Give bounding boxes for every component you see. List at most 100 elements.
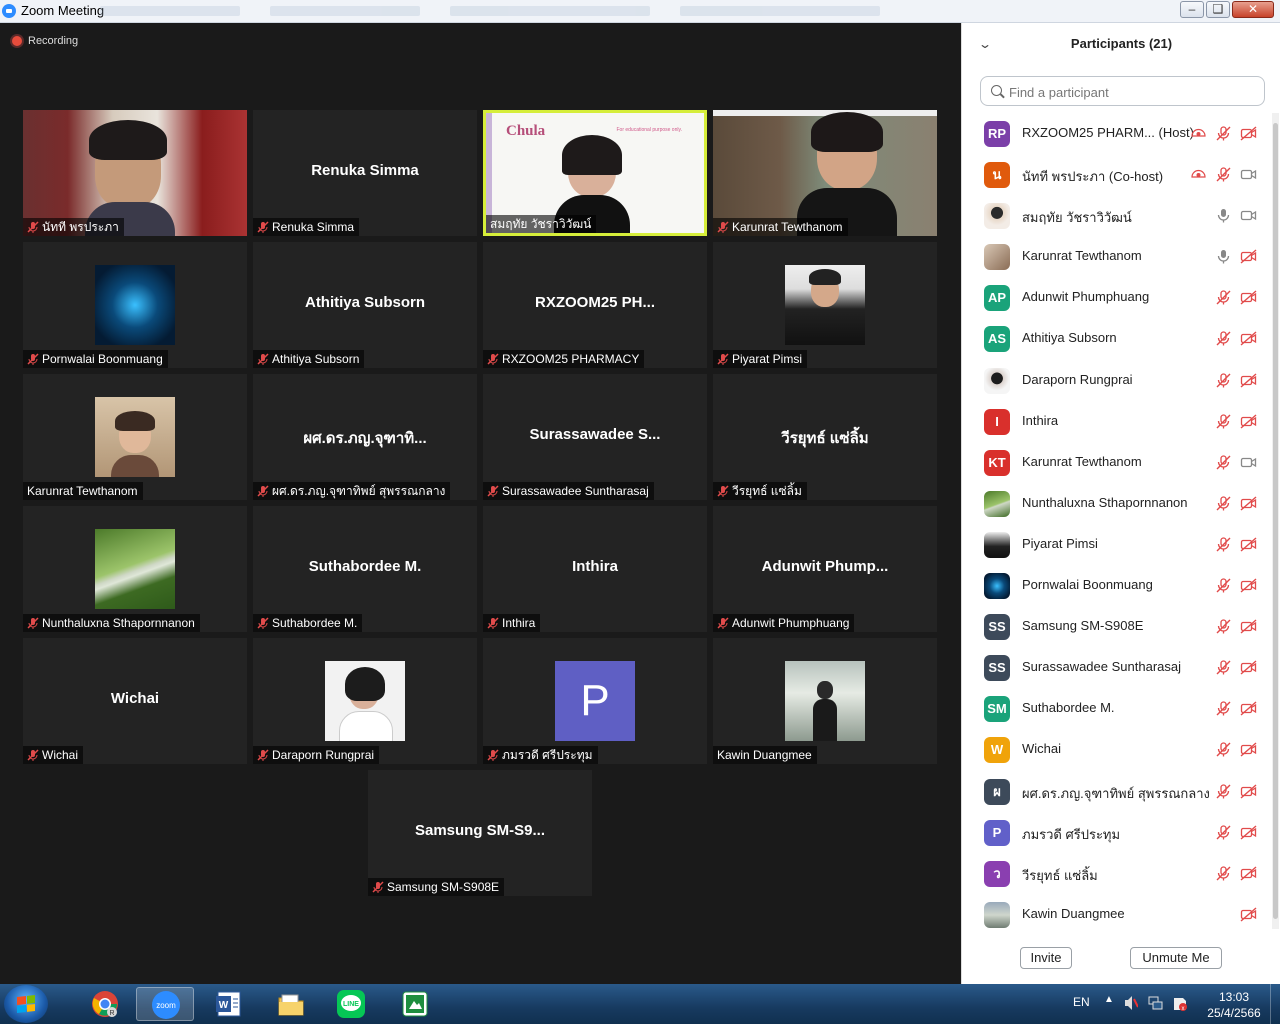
- participant-row[interactable]: Karunrat Tewthanom: [962, 236, 1267, 277]
- mic-muted-icon[interactable]: [1215, 700, 1232, 722]
- participant-tile[interactable]: Karunrat Tewthanom: [23, 374, 247, 500]
- search-input[interactable]: [1007, 81, 1261, 103]
- taskbar-explorer[interactable]: [262, 987, 320, 1021]
- participant-row[interactable]: น นัทที พรประภา (Co-host): [962, 154, 1267, 195]
- participant-list-scrollbar[interactable]: [1272, 113, 1279, 929]
- active-speaker-tile[interactable]: Chula For educational purpose only. สมฤทัย…: [483, 110, 707, 236]
- mic-icon[interactable]: [1215, 207, 1232, 229]
- mic-muted-icon[interactable]: [1215, 741, 1232, 763]
- language-indicator[interactable]: EN: [1073, 995, 1090, 1009]
- taskbar-line[interactable]: LINE: [322, 987, 380, 1021]
- participant-row[interactable]: RP RXZOOM25 PHARM... (Host): [962, 113, 1267, 154]
- mic-muted-icon[interactable]: [1215, 166, 1232, 188]
- show-hidden-icons-icon[interactable]: ▲: [1104, 994, 1114, 1005]
- scrollbar-thumb[interactable]: [1273, 123, 1278, 919]
- participant-tile[interactable]: Adunwit Phump... Adunwit Phumphuang: [713, 506, 937, 632]
- participant-row[interactable]: SS Surassawadee Suntharasaj: [962, 647, 1267, 688]
- participant-tile[interactable]: Athitiya Subsorn Athitiya Subsorn: [253, 242, 477, 368]
- participant-tile[interactable]: วีรยุทธ์ แซ่ลิ้ม วีรยุทธ์ แซ่ลิ้ม: [713, 374, 937, 500]
- participant-row[interactable]: P ภมรวดี ศรีประทุม: [962, 812, 1267, 853]
- participant-row[interactable]: AP Adunwit Phumphuang: [962, 277, 1267, 318]
- taskbar-word[interactable]: W: [200, 987, 258, 1021]
- participant-row[interactable]: Pornwalai Boonmuang: [962, 565, 1267, 606]
- participant-tile[interactable]: Karunrat Tewthanom: [713, 110, 937, 236]
- mic-muted-icon[interactable]: [1215, 783, 1232, 805]
- video-off-icon[interactable]: [1240, 330, 1257, 352]
- video-off-icon[interactable]: [1240, 536, 1257, 558]
- mic-muted-icon[interactable]: [1215, 536, 1232, 558]
- participant-row[interactable]: Nunthaluxna Sthapornnanon: [962, 483, 1267, 524]
- mic-muted-icon[interactable]: [1215, 372, 1232, 394]
- unmute-me-button[interactable]: Unmute Me: [1130, 947, 1222, 969]
- mic-muted-icon[interactable]: [1215, 577, 1232, 599]
- participant-tile[interactable]: นัทที พรประภา: [23, 110, 247, 236]
- mic-muted-icon[interactable]: [1215, 330, 1232, 352]
- participant-tile[interactable]: ผศ.ดร.ภญ.จุฑาทิ... ผศ.ดร.ภญ.จุฑาทิพย์ สุพ…: [253, 374, 477, 500]
- network-icon[interactable]: [1148, 996, 1164, 1010]
- participant-tile[interactable]: Inthira Inthira: [483, 506, 707, 632]
- video-on-icon[interactable]: [1240, 207, 1257, 229]
- participant-row[interactable]: SS Samsung SM-S908E: [962, 606, 1267, 647]
- participant-row[interactable]: SM Suthabordee M.: [962, 688, 1267, 729]
- video-off-icon[interactable]: [1240, 125, 1257, 147]
- video-off-icon[interactable]: [1240, 248, 1257, 270]
- participant-row[interactable]: AS Athitiya Subsorn: [962, 318, 1267, 359]
- action-center-icon[interactable]: x: [1172, 996, 1188, 1012]
- mic-muted-icon[interactable]: [1215, 413, 1232, 435]
- video-off-icon[interactable]: [1240, 700, 1257, 722]
- taskbar-chrome[interactable]: R: [76, 987, 134, 1021]
- video-off-icon[interactable]: [1240, 824, 1257, 846]
- volume-icon[interactable]: [1124, 995, 1138, 1011]
- video-off-icon[interactable]: [1240, 372, 1257, 394]
- mic-muted-icon[interactable]: [1215, 618, 1232, 640]
- video-off-icon[interactable]: [1240, 865, 1257, 887]
- minimize-button[interactable]: –: [1180, 1, 1204, 18]
- participant-tile[interactable]: Pornwalai Boonmuang: [23, 242, 247, 368]
- participant-tile[interactable]: Renuka Simma Renuka Simma: [253, 110, 477, 236]
- taskbar-sheets[interactable]: [386, 987, 444, 1021]
- show-desktop-button[interactable]: [1270, 984, 1280, 1024]
- taskbar-zoom[interactable]: zoom: [136, 987, 194, 1021]
- participant-tile[interactable]: Piyarat Pimsi: [713, 242, 937, 368]
- video-off-icon[interactable]: [1240, 741, 1257, 763]
- video-on-icon[interactable]: [1240, 454, 1257, 476]
- video-off-icon[interactable]: [1240, 783, 1257, 805]
- participant-tile[interactable]: RXZOOM25 PH... RXZOOM25 PHARMACY: [483, 242, 707, 368]
- participant-tile[interactable]: Kawin Duangmee: [713, 638, 937, 764]
- video-on-icon[interactable]: [1240, 166, 1257, 188]
- participant-row[interactable]: W Wichai: [962, 729, 1267, 770]
- participant-search[interactable]: [980, 76, 1265, 106]
- mic-muted-icon[interactable]: [1215, 289, 1232, 311]
- video-off-icon[interactable]: [1240, 413, 1257, 435]
- mic-muted-icon[interactable]: [1215, 125, 1232, 147]
- video-off-icon[interactable]: [1240, 577, 1257, 599]
- participant-row[interactable]: Daraporn Rungprai: [962, 360, 1267, 401]
- maximize-button[interactable]: ❑: [1206, 1, 1230, 18]
- video-off-icon[interactable]: [1240, 289, 1257, 311]
- participant-tile[interactable]: Samsung SM-S9... Samsung SM-S908E: [368, 770, 592, 896]
- participant-tile[interactable]: Wichai Wichai: [23, 638, 247, 764]
- taskbar-clock[interactable]: 13:03 25/4/2566: [1200, 989, 1268, 1021]
- participant-row[interactable]: KT Karunrat Tewthanom: [962, 442, 1267, 483]
- video-off-icon[interactable]: [1240, 906, 1257, 928]
- participant-tile[interactable]: Nunthaluxna Sthapornnanon: [23, 506, 247, 632]
- mic-muted-icon[interactable]: [1215, 659, 1232, 681]
- mic-muted-icon[interactable]: [1215, 824, 1232, 846]
- mic-muted-icon[interactable]: [1215, 454, 1232, 476]
- mic-muted-icon[interactable]: [1215, 495, 1232, 517]
- mic-muted-icon[interactable]: [1215, 865, 1232, 887]
- video-off-icon[interactable]: [1240, 659, 1257, 681]
- participant-row[interactable]: ว วีรยุทธ์ แซ่ลิ้ม: [962, 853, 1267, 894]
- participant-tile[interactable]: P ภมรวดี ศรีประทุม: [483, 638, 707, 764]
- participant-row[interactable]: ผ ผศ.ดร.ภญ.จุฑาทิพย์ สุพรรณกลาง: [962, 771, 1267, 812]
- participant-tile[interactable]: Suthabordee M. Suthabordee M.: [253, 506, 477, 632]
- mic-icon[interactable]: [1215, 248, 1232, 270]
- close-button[interactable]: ✕: [1232, 1, 1274, 18]
- participant-tile[interactable]: Daraporn Rungprai: [253, 638, 477, 764]
- participant-row[interactable]: Piyarat Pimsi: [962, 524, 1267, 565]
- participant-row[interactable]: สมฤทัย วัชราวิวัฒน์: [962, 195, 1267, 236]
- participant-row[interactable]: Kawin Duangmee: [962, 894, 1267, 935]
- video-off-icon[interactable]: [1240, 618, 1257, 640]
- participant-row[interactable]: I Inthira: [962, 401, 1267, 442]
- video-off-icon[interactable]: [1240, 495, 1257, 517]
